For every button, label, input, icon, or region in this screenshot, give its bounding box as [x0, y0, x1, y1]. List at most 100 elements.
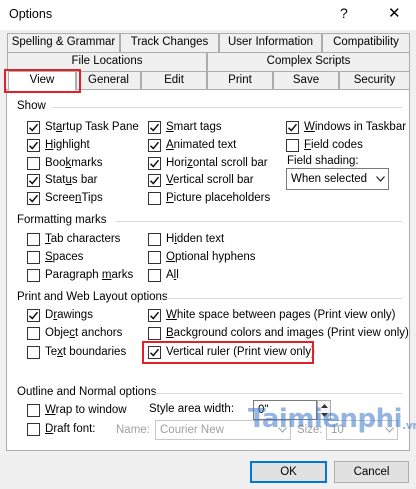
- tab-user-information[interactable]: User Information: [219, 33, 322, 52]
- checkbox-box[interactable]: [27, 156, 40, 170]
- tab-compatibility[interactable]: Compatibility: [322, 33, 410, 52]
- checkbox-object-anchors[interactable]: Object anchors: [27, 325, 122, 341]
- checkbox-label: White space between pages (Print view on…: [166, 309, 396, 321]
- checkbox-box[interactable]: [286, 120, 299, 134]
- checkbox-box[interactable]: [148, 345, 161, 359]
- checkmark-icon: [149, 348, 160, 357]
- checkbox-smart-tags[interactable]: Smart tags: [148, 119, 222, 135]
- checkbox-box[interactable]: [27, 326, 40, 340]
- checkbox-box[interactable]: [148, 268, 161, 282]
- style-area-input[interactable]: 0": [253, 400, 317, 420]
- cancel-button[interactable]: Cancel: [334, 461, 409, 483]
- checkbox-label: Draft font:: [45, 423, 96, 435]
- checkbox-windows-in-taskbar[interactable]: Windows in Taskbar: [286, 119, 406, 135]
- field-shading-label: Field shading:: [287, 155, 359, 167]
- checkbox-startup-task-pane[interactable]: Startup Task Pane: [27, 119, 139, 135]
- checkbox-drawings[interactable]: Drawings: [27, 307, 93, 323]
- checkbox-status-bar[interactable]: Status bar: [27, 172, 97, 188]
- checkbox-label: Tab characters: [45, 233, 121, 245]
- tab-file-locations[interactable]: File Locations: [7, 52, 207, 71]
- checkbox-box[interactable]: [27, 120, 40, 134]
- tab-print[interactable]: Print: [207, 71, 273, 90]
- checkbox-field-codes[interactable]: Field codes: [286, 137, 363, 153]
- checkbox-box[interactable]: [148, 326, 161, 340]
- tab-track-changes[interactable]: Track Changes: [120, 33, 219, 52]
- checkbox-horizontal-scroll-bar[interactable]: Horizontal scroll bar: [148, 155, 268, 171]
- show-group-divider: [52, 107, 402, 108]
- checkbox-box[interactable]: [148, 138, 161, 152]
- checkbox-box[interactable]: [148, 232, 161, 246]
- checkbox-label: Status bar: [45, 174, 98, 186]
- checkbox-text-boundaries[interactable]: Text boundaries: [27, 344, 126, 360]
- checkbox-vertical-scroll-bar[interactable]: Vertical scroll bar: [148, 172, 254, 188]
- checkbox-box[interactable]: [27, 138, 40, 152]
- spin-up-icon: [318, 401, 330, 410]
- checkmark-icon: [287, 123, 298, 132]
- checkbox-label: Hidden text: [166, 233, 225, 245]
- tab-edit[interactable]: Edit: [141, 71, 207, 90]
- checkbox-all[interactable]: All: [148, 267, 179, 283]
- tab-security[interactable]: Security: [339, 71, 410, 90]
- checkbox-picture-placeholders[interactable]: Picture placeholders: [148, 190, 270, 206]
- window-title: Options: [9, 7, 53, 21]
- ok-button[interactable]: OK: [250, 461, 327, 483]
- checkmark-icon: [149, 311, 160, 320]
- checkbox-box[interactable]: [27, 232, 40, 246]
- checkbox-label: Text boundaries: [45, 346, 127, 358]
- checkbox-box[interactable]: [148, 173, 161, 187]
- checkbox-hidden-text[interactable]: Hidden text: [148, 231, 224, 247]
- checkbox-vertical-ruler-print-view-only[interactable]: Vertical ruler (Print view only): [148, 344, 315, 360]
- checkbox-label: Wrap to window: [45, 404, 127, 416]
- checkbox-paragraph-marks[interactable]: Paragraph marks: [27, 267, 133, 283]
- checkbox-draft-font[interactable]: Draft font:: [27, 421, 96, 437]
- checkbox-label: All: [166, 269, 179, 281]
- checkbox-box[interactable]: [27, 403, 40, 417]
- checkbox-box[interactable]: [148, 120, 161, 134]
- show-group-label: Show: [17, 100, 46, 112]
- checkmark-icon: [28, 194, 39, 203]
- checkbox-label: Horizontal scroll bar: [166, 157, 268, 169]
- style-area-value: 0": [258, 404, 269, 416]
- formatting-group-divider: [115, 221, 402, 222]
- help-button[interactable]: ?: [340, 5, 348, 21]
- chevron-down-icon: [372, 169, 388, 189]
- checkbox-box[interactable]: [148, 191, 161, 205]
- font-size-select[interactable]: 10: [326, 420, 398, 440]
- checkbox-box[interactable]: [27, 191, 40, 205]
- print-web-group-divider: [163, 298, 402, 299]
- checkbox-tab-characters[interactable]: Tab characters: [27, 231, 120, 247]
- tab-general[interactable]: General: [76, 71, 141, 90]
- checkbox-animated-text[interactable]: Animated text: [148, 137, 236, 153]
- font-name-select[interactable]: Courier New: [155, 420, 291, 440]
- checkbox-box[interactable]: [27, 173, 40, 187]
- field-shading-value: When selected: [291, 173, 368, 185]
- style-area-spinner[interactable]: [317, 400, 331, 420]
- checkbox-white-space-between-pages-print-view-only[interactable]: White space between pages (Print view on…: [148, 307, 395, 323]
- checkmark-icon: [28, 311, 39, 320]
- checkbox-box[interactable]: [27, 308, 40, 322]
- tab-complex-scripts[interactable]: Complex Scripts: [207, 52, 410, 71]
- checkbox-screentips[interactable]: ScreenTips: [27, 190, 103, 206]
- tab-spelling-grammar[interactable]: Spelling & Grammar: [7, 33, 120, 52]
- checkbox-label: ScreenTips: [45, 192, 103, 204]
- checkbox-wrap-to-window[interactable]: Wrap to window: [27, 402, 127, 418]
- checkbox-box[interactable]: [27, 345, 40, 359]
- checkbox-box[interactable]: [148, 308, 161, 322]
- checkbox-box[interactable]: [148, 156, 161, 170]
- checkbox-box[interactable]: [27, 422, 40, 436]
- tab-save[interactable]: Save: [273, 71, 339, 90]
- close-button[interactable]: ✕: [388, 4, 401, 22]
- checkbox-spaces[interactable]: Spaces: [27, 249, 83, 265]
- checkbox-box[interactable]: [27, 250, 40, 264]
- checkbox-box[interactable]: [286, 138, 299, 152]
- checkbox-bookmarks[interactable]: Bookmarks: [27, 155, 103, 171]
- checkbox-box[interactable]: [148, 250, 161, 264]
- field-shading-select[interactable]: When selected: [286, 168, 389, 190]
- checkbox-box[interactable]: [27, 268, 40, 282]
- formatting-group-label: Formatting marks: [17, 214, 107, 226]
- checkbox-background-colors-and-images-print-view-only[interactable]: Background colors and images (Print view…: [148, 325, 409, 341]
- spin-down-icon: [318, 410, 330, 419]
- checkbox-optional-hyphens[interactable]: Optional hyphens: [148, 249, 256, 265]
- tab-view[interactable]: View: [8, 71, 76, 91]
- checkbox-highlight[interactable]: Highlight: [27, 137, 90, 153]
